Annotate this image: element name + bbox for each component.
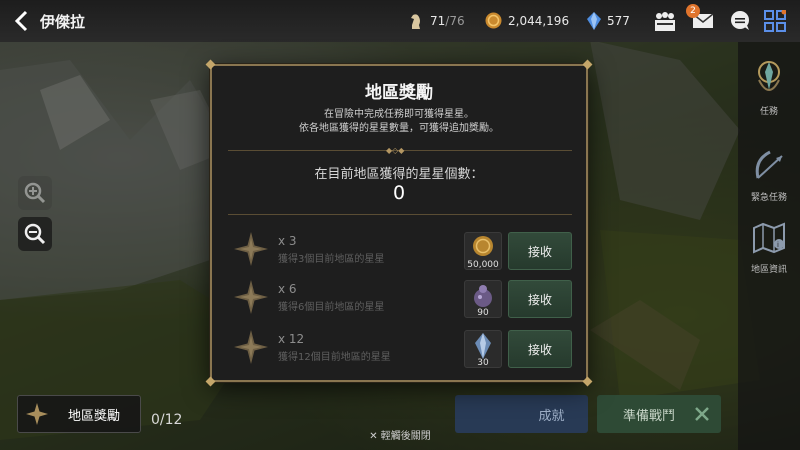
star-icon	[26, 403, 48, 425]
close-x-icon: ✕	[369, 431, 381, 442]
reward-row: x 3 獲得3個目前地區的星星 50,000 接收	[228, 232, 572, 276]
party-button[interactable]	[652, 9, 678, 33]
side-item-urgent-quest[interactable]: 緊急任務	[738, 146, 800, 203]
side-item-label: 任務	[759, 107, 778, 117]
gold-coin-icon	[473, 236, 493, 256]
zoom-in-icon	[24, 182, 46, 204]
star-icon	[234, 330, 268, 364]
back-button[interactable]	[6, 0, 36, 42]
zoom-out-icon	[24, 223, 46, 245]
current-stars-value: 0	[392, 182, 406, 204]
potion-bag-icon	[474, 285, 492, 307]
reward-quantity: 30	[477, 358, 489, 368]
region-stars-count: 0/12	[151, 412, 183, 428]
urgent-quest-icon	[755, 150, 783, 179]
gem-value: 577	[607, 14, 630, 28]
dialog-description: 在冒險中完成任務即可獲得星星。 依各地區獲得的星星數量，可獲得追加獎勵。	[212, 108, 586, 136]
reward-condition: 獲得12個目前地區的星星	[278, 352, 391, 363]
receive-button[interactable]: 接收	[508, 280, 572, 318]
reward-row: x 12 獲得12個目前地區的星星 30 接收	[228, 330, 572, 374]
quest-icon	[758, 61, 780, 91]
region-title: 伊傑拉	[40, 12, 86, 31]
svg-text:i: i	[777, 241, 779, 249]
zoom-in-button[interactable]	[18, 176, 52, 210]
gold-coin-icon	[485, 12, 502, 29]
stamina-display: 71/76	[408, 12, 465, 30]
main-menu-button[interactable]	[762, 9, 788, 33]
stamina-chess-knight-icon	[411, 14, 420, 29]
reward-condition: 獲得6個目前地區的星星	[278, 302, 385, 313]
side-item-label: 地區資訊	[750, 265, 787, 275]
back-arrow-icon	[14, 10, 28, 32]
side-item-label: 緊急任務	[750, 193, 787, 203]
reward-row: x 6 獲得6個目前地區的星星 90 接收	[228, 280, 572, 324]
party-members-icon	[655, 12, 675, 31]
side-menu: 任務 緊急任務 i 地區資訊	[738, 42, 800, 450]
description-line: 依各地區獲得的星星數量，可獲得追加獎勵。	[299, 123, 499, 134]
grid-menu-icon	[764, 10, 786, 32]
reward-multiplier: x 12	[278, 332, 305, 346]
prepare-battle-label: 準備戰鬥	[623, 408, 676, 424]
chat-bubble-icon	[731, 11, 749, 30]
region-reward-dialog: 地區獎勵 在冒險中完成任務即可獲得星星。 依各地區獲得的星星數量，可獲得追加獎勵…	[205, 59, 593, 387]
reward-item: 30	[464, 330, 502, 368]
gold-value: 2,044,196	[508, 13, 570, 28]
side-item-quest[interactable]: 任務	[738, 60, 800, 117]
reward-item: 90	[464, 280, 502, 318]
mail-button[interactable]: 2	[686, 4, 716, 33]
receive-button[interactable]: 接收	[508, 232, 572, 270]
mail-badge: 2	[686, 4, 700, 18]
star-icon	[234, 280, 268, 314]
gold-display: 2,044,196	[485, 12, 569, 29]
divider	[228, 214, 572, 215]
stamina-value: 71	[430, 14, 446, 28]
tap-to-close-hint[interactable]: ✕ 輕觸後關閉	[0, 427, 800, 442]
crossed-swords-icon	[695, 407, 709, 421]
chat-button[interactable]	[727, 9, 753, 33]
top-bar: 伊傑拉 71/76 2,044,196 577 2	[0, 0, 800, 42]
blue-gem-icon	[587, 12, 601, 30]
reward-quantity: 90	[477, 308, 489, 318]
dialog-title: 地區獎勵	[365, 83, 433, 103]
gem-display: 577	[587, 12, 630, 30]
side-item-region-info[interactable]: i 地區資訊	[738, 218, 800, 275]
receive-button[interactable]: 接收	[508, 330, 572, 368]
zoom-out-button[interactable]	[18, 217, 52, 251]
reward-condition: 獲得3個目前地區的星星	[278, 254, 385, 265]
reward-multiplier: x 3	[278, 234, 297, 248]
achievement-label: 成就	[538, 408, 565, 424]
description-line: 在冒險中完成任務即可獲得星星。	[324, 109, 474, 120]
divider-ornament: ◆◇◆	[386, 146, 405, 155]
tap-to-close-label: 輕觸後關閉	[380, 431, 431, 442]
reward-item: 50,000	[464, 232, 502, 270]
region-map-icon: i	[753, 222, 785, 254]
crystal-icon	[475, 333, 491, 359]
region-reward-label: 地區獎勵	[68, 408, 121, 424]
stamina-max: /76	[445, 14, 465, 28]
current-stars-label: 在目前地區獲得的星星個數：	[314, 167, 484, 182]
reward-multiplier: x 6	[278, 282, 297, 296]
star-icon	[234, 232, 268, 266]
reward-quantity: 50,000	[467, 260, 499, 270]
